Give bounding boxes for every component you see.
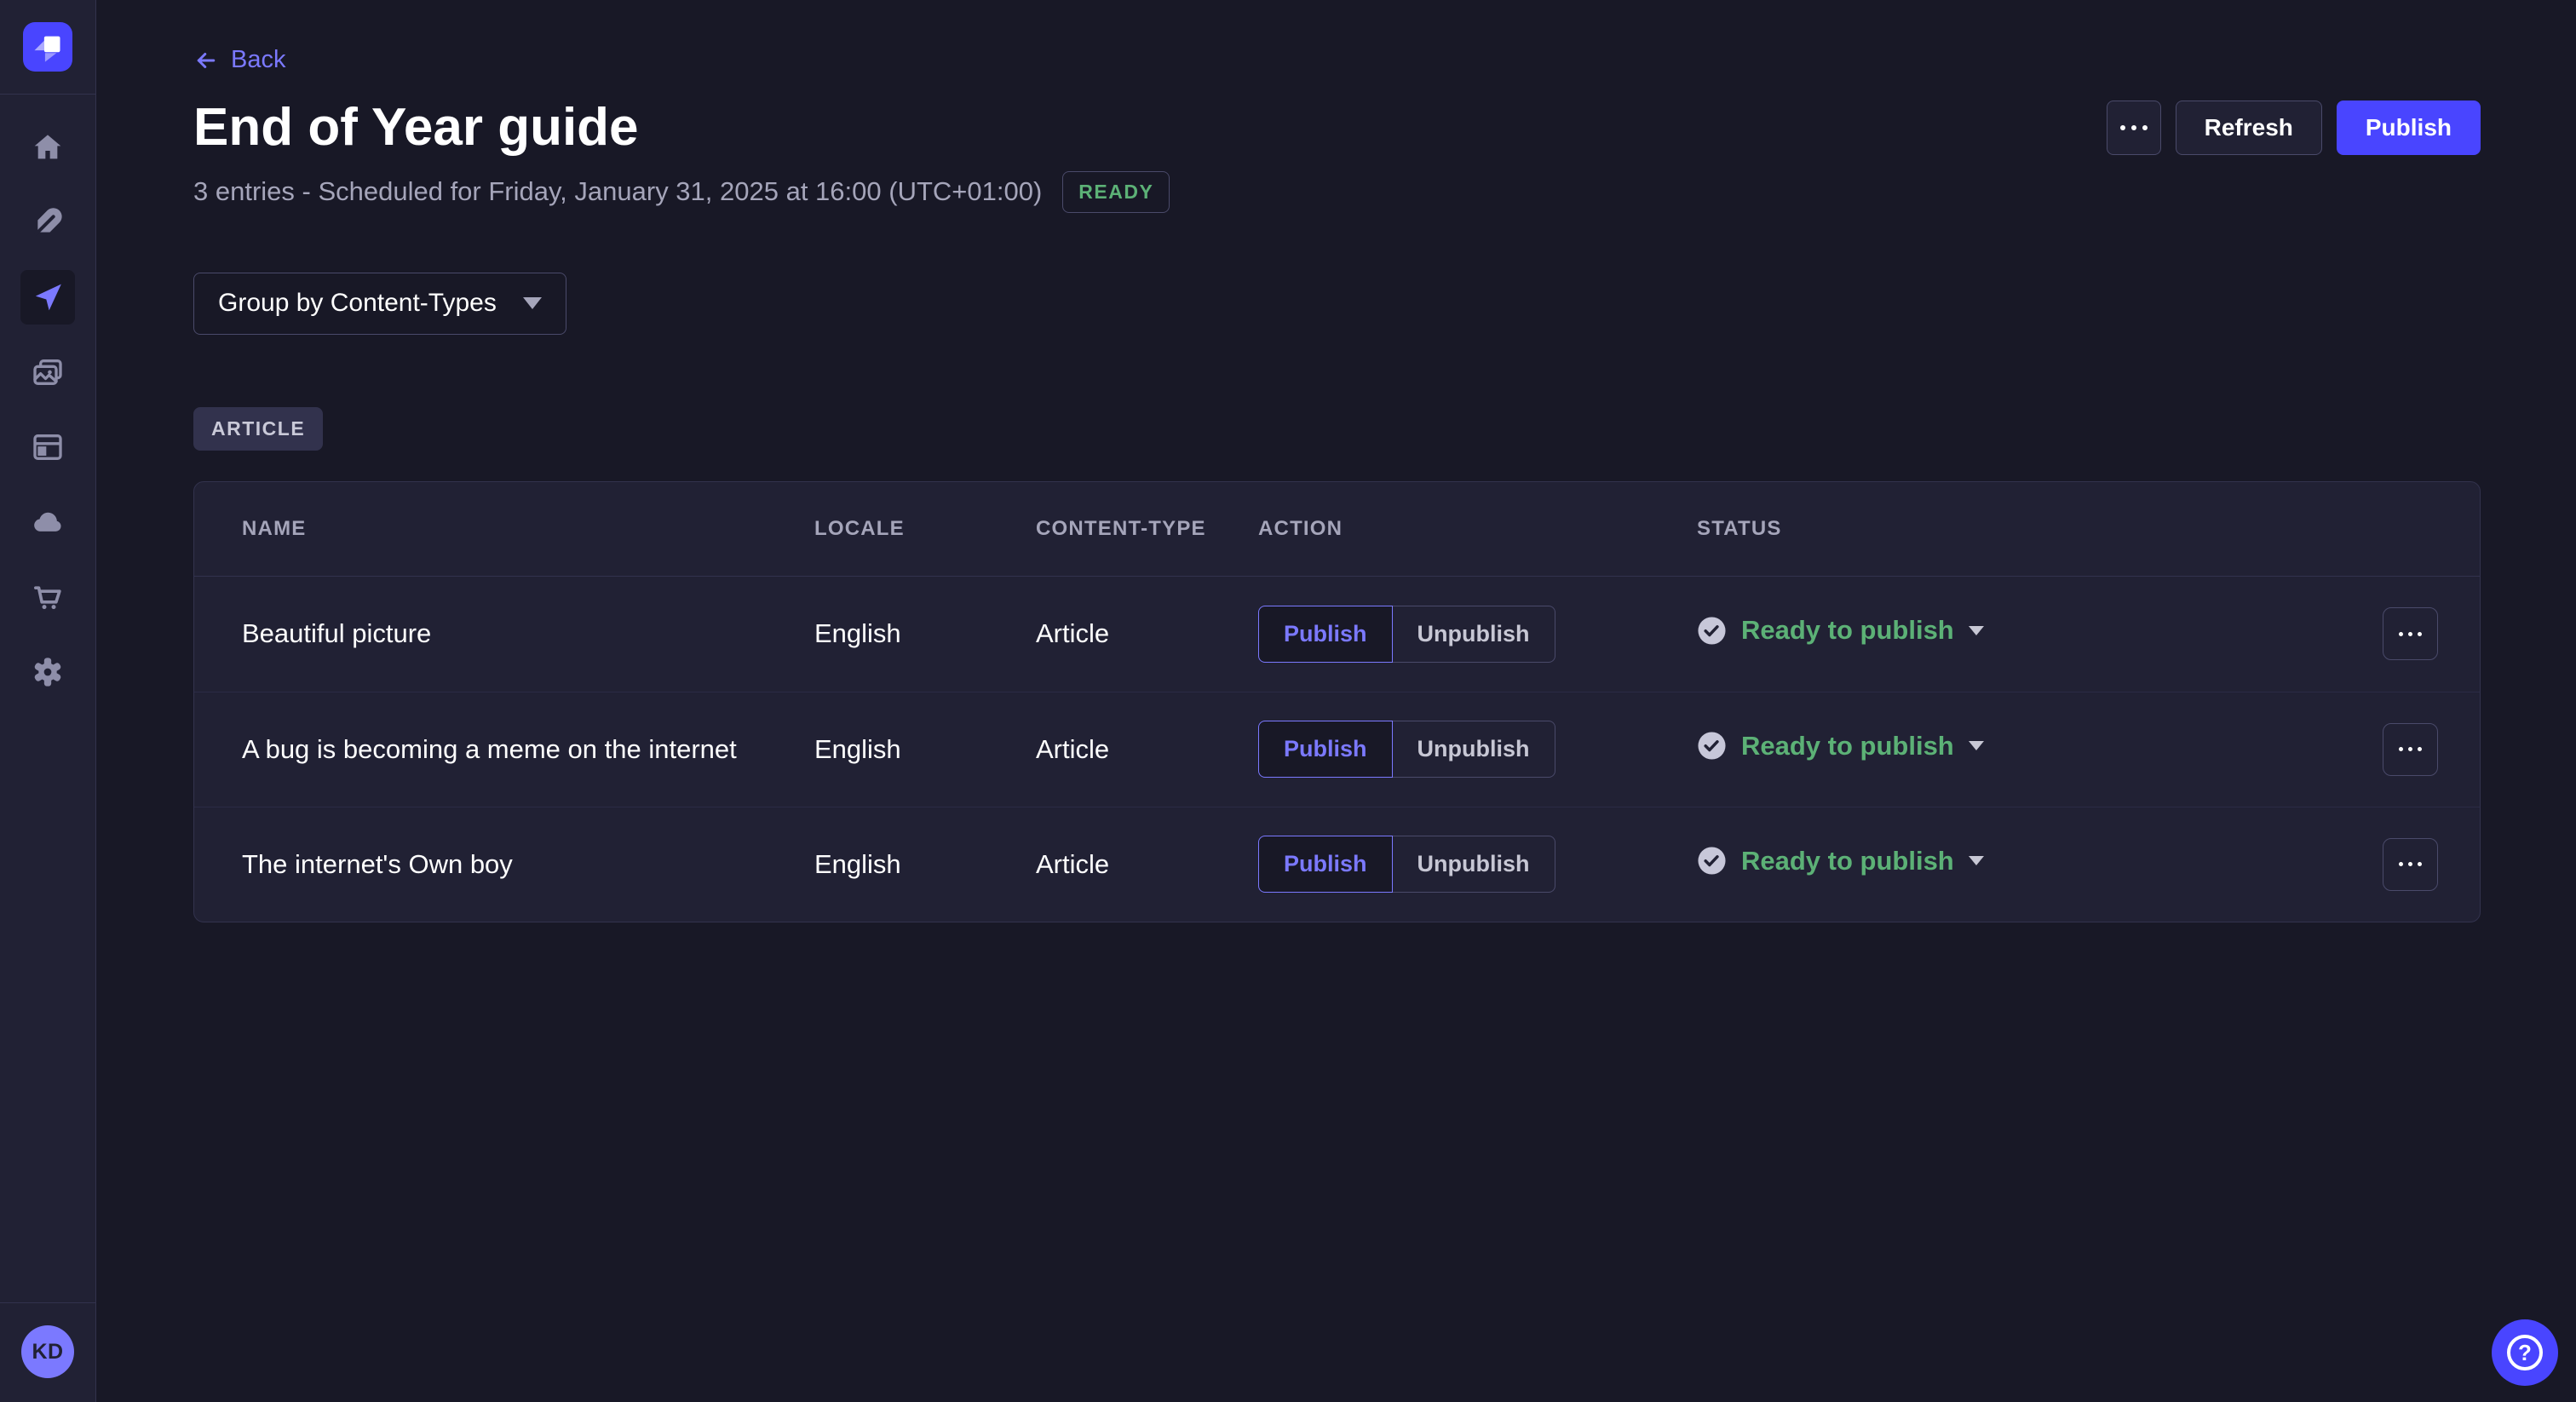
entry-name: Beautiful picture <box>242 618 814 649</box>
cart-icon <box>31 580 65 614</box>
back-link[interactable]: Back <box>193 46 285 74</box>
help-button[interactable]: ? <box>2492 1319 2558 1386</box>
user-avatar[interactable]: KD <box>21 1325 74 1378</box>
refresh-button[interactable]: Refresh <box>2176 101 2322 155</box>
row-unpublish-button[interactable]: Unpublish <box>1393 721 1555 778</box>
media-library-icon <box>31 355 65 389</box>
entries-table: NAME LOCALE CONTENT-TYPE ACTION STATUS B… <box>193 481 2481 922</box>
publish-button[interactable]: Publish <box>2337 101 2481 155</box>
column-header-locale: LOCALE <box>814 517 1036 541</box>
sidebar-nav <box>20 120 75 699</box>
row-publish-button[interactable]: Publish <box>1258 721 1393 778</box>
column-header-status: STATUS <box>1697 517 2383 541</box>
strapi-logo-icon[interactable] <box>23 22 72 72</box>
row-status-label: Ready to publish <box>1741 846 1954 876</box>
row-more-button[interactable] <box>2383 838 2438 891</box>
sidebar: KD <box>0 0 96 1402</box>
title-row: End of Year guide Refresh Publish <box>193 98 2481 158</box>
ellipsis-icon <box>2399 747 2422 751</box>
chevron-down-icon <box>1969 741 1984 750</box>
entry-locale: English <box>814 734 1036 765</box>
table-row: A bug is becoming a meme on the internet… <box>194 692 2480 807</box>
main-content: Back End of Year guide Refresh Publish 3… <box>96 0 2576 922</box>
check-circle-icon <box>1697 846 1727 876</box>
subtitle-row: 3 entries - Scheduled for Friday, Januar… <box>193 171 2481 213</box>
row-more-button[interactable] <box>2383 607 2438 660</box>
row-unpublish-button[interactable]: Unpublish <box>1393 606 1555 663</box>
action-toggle: Publish Unpublish <box>1258 721 1555 778</box>
sidebar-item-home[interactable] <box>20 120 75 175</box>
sidebar-item-marketplace[interactable] <box>20 570 75 624</box>
back-arrow-icon <box>193 48 219 73</box>
layout-icon <box>31 430 65 464</box>
sidebar-item-media-library[interactable] <box>20 345 75 399</box>
row-status-button[interactable]: Ready to publish <box>1697 615 1984 646</box>
group-by-label: Group by Content-Types <box>218 289 497 318</box>
row-status-button[interactable]: Ready to publish <box>1697 846 1984 876</box>
back-label: Back <box>231 46 285 74</box>
entry-content-type: Article <box>1036 618 1258 649</box>
chevron-down-icon <box>1969 856 1984 865</box>
ellipsis-icon <box>2399 862 2422 866</box>
home-icon <box>31 130 65 164</box>
chevron-down-icon <box>1969 626 1984 635</box>
table-row: The internet's Own boy English Article P… <box>194 807 2480 922</box>
sidebar-item-releases[interactable] <box>20 270 75 325</box>
row-publish-button[interactable]: Publish <box>1258 836 1393 893</box>
content-type-group-chip: ARTICLE <box>193 407 323 451</box>
entry-content-type: Article <box>1036 734 1258 765</box>
check-circle-icon <box>1697 616 1727 646</box>
action-toggle: Publish Unpublish <box>1258 606 1555 663</box>
row-status-label: Ready to publish <box>1741 615 1954 646</box>
entry-content-type: Article <box>1036 849 1258 880</box>
action-toggle: Publish Unpublish <box>1258 836 1555 893</box>
column-header-action: ACTION <box>1258 517 1697 541</box>
release-summary: 3 entries - Scheduled for Friday, Januar… <box>193 176 1042 207</box>
check-circle-icon <box>1697 731 1727 761</box>
table-header-row: NAME LOCALE CONTENT-TYPE ACTION STATUS <box>194 482 2480 577</box>
row-status-button[interactable]: Ready to publish <box>1697 731 1984 761</box>
cloud-icon <box>31 505 65 539</box>
sidebar-footer: KD <box>0 1302 95 1402</box>
paper-plane-icon <box>31 280 65 314</box>
entry-locale: English <box>814 849 1036 880</box>
sidebar-item-deploy[interactable] <box>20 495 75 549</box>
question-mark-icon: ? <box>2507 1335 2543 1370</box>
row-status-label: Ready to publish <box>1741 731 1954 761</box>
chevron-down-icon <box>523 297 542 309</box>
row-unpublish-button[interactable]: Unpublish <box>1393 836 1555 893</box>
feather-icon <box>31 205 65 239</box>
ellipsis-icon <box>2399 632 2422 636</box>
status-badge: READY <box>1062 171 1170 213</box>
sidebar-item-settings[interactable] <box>20 645 75 699</box>
entry-name: A bug is becoming a meme on the internet <box>242 734 814 765</box>
entry-name: The internet's Own boy <box>242 849 814 880</box>
row-publish-button[interactable]: Publish <box>1258 606 1393 663</box>
ellipsis-icon <box>2120 125 2148 130</box>
strapi-logo-glyph <box>23 22 72 72</box>
column-header-content-type: CONTENT-TYPE <box>1036 517 1258 541</box>
group-by-select[interactable]: Group by Content-Types <box>193 273 566 335</box>
more-actions-button[interactable] <box>2107 101 2161 155</box>
table-row: Beautiful picture English Article Publis… <box>194 577 2480 692</box>
entry-locale: English <box>814 618 1036 649</box>
header-actions: Refresh Publish <box>2107 101 2481 155</box>
page-title: End of Year guide <box>193 98 639 158</box>
row-more-button[interactable] <box>2383 723 2438 776</box>
sidebar-logo-area <box>0 0 95 95</box>
sidebar-item-content-manager[interactable] <box>20 195 75 250</box>
column-header-name: NAME <box>242 517 814 541</box>
gear-icon <box>31 655 65 689</box>
sidebar-item-content-type-builder[interactable] <box>20 420 75 474</box>
